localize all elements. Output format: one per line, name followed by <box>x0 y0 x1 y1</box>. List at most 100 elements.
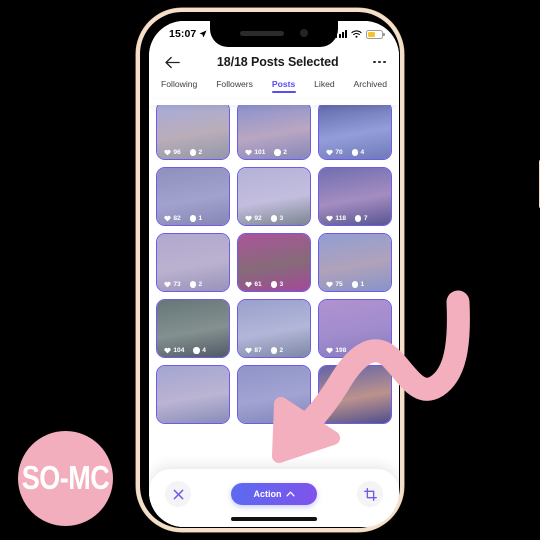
comment-bubble-icon <box>351 149 359 156</box>
like-count: 70 <box>335 148 343 156</box>
post-thumbnail <box>319 365 391 423</box>
comment-count: 1 <box>198 214 203 222</box>
heart-icon <box>245 215 252 222</box>
like-count-group: 73 <box>164 281 181 288</box>
status-indicators <box>335 29 385 39</box>
comment-count: 2 <box>198 280 203 288</box>
comment-bubble-icon <box>189 215 197 222</box>
heart-icon <box>245 347 252 354</box>
comment-bubble-icon <box>270 347 278 354</box>
post-tile[interactable]: 73 2 <box>156 232 230 292</box>
comment-bubble-icon <box>355 215 362 222</box>
like-count-group: 75 <box>326 281 343 288</box>
post-tile[interactable] <box>318 364 392 424</box>
comment-bubble-icon <box>189 149 197 156</box>
phone-device-frame: 15:07 18/18 Posts Selected Following Fol… <box>136 8 540 532</box>
post-thumbnail <box>157 365 229 423</box>
header-divider <box>149 99 399 105</box>
more-options-icon[interactable] <box>373 57 386 68</box>
heart-icon <box>245 281 252 288</box>
tab-followers[interactable]: Followers <box>216 79 253 93</box>
like-count-group: 70 <box>326 149 343 156</box>
heart-icon <box>245 149 252 156</box>
tab-following[interactable]: Following <box>161 79 197 93</box>
like-count: 87 <box>254 346 262 354</box>
comment-count: 2 <box>198 148 203 156</box>
post-stats: 118 7 <box>319 215 391 222</box>
post-tile[interactable]: 61 3 <box>237 232 311 292</box>
action-button[interactable]: Action <box>231 483 317 505</box>
back-arrow-icon[interactable] <box>162 52 182 72</box>
like-count-group: 198 <box>326 347 346 354</box>
comment-count: 2 <box>283 148 287 156</box>
comment-count: 3 <box>279 280 284 288</box>
heart-icon <box>164 281 171 288</box>
post-tile[interactable]: 70 4 <box>318 101 392 160</box>
post-tile[interactable]: 118 7 <box>318 166 392 226</box>
comment-count: 4 <box>360 148 365 156</box>
battery-fill <box>368 31 375 37</box>
heart-icon <box>326 215 333 222</box>
like-count: 198 <box>335 346 347 354</box>
posts-grid: 96 2 101 2 70 4 82 1 92 3 118 7 73 2 61 3 75 1 104 4 87 2 198 <box>156 101 392 424</box>
post-tile[interactable]: 96 2 <box>156 101 230 160</box>
comment-bubble-icon <box>193 347 200 354</box>
heart-icon <box>164 149 171 156</box>
tab-liked[interactable]: Liked <box>314 79 335 93</box>
comment-count-group: 3 <box>270 280 284 288</box>
heart-icon <box>326 347 333 354</box>
like-count: 101 <box>254 148 266 156</box>
like-count: 104 <box>173 346 185 354</box>
status-time: 15:07 <box>169 28 197 40</box>
post-tile[interactable]: 87 2 <box>237 298 311 358</box>
close-x-icon[interactable] <box>165 481 191 507</box>
page-title: 18/18 Posts Selected <box>216 55 339 69</box>
phone-bezel: 15:07 18/18 Posts Selected Following Fol… <box>140 12 400 528</box>
post-stats: 82 1 <box>157 215 229 222</box>
like-count: 92 <box>254 214 262 222</box>
comment-count-group: 1 <box>189 214 203 222</box>
comment-count-group: 2 <box>189 148 203 156</box>
tab-posts[interactable]: Posts <box>272 79 295 93</box>
post-stats: 198 <box>319 347 391 354</box>
post-tile[interactable]: 198 <box>318 298 392 358</box>
wifi-icon <box>351 29 362 38</box>
action-button-label: Action <box>253 489 282 499</box>
comment-count-group: 2 <box>274 148 287 156</box>
comment-count-group: 1 <box>351 281 364 288</box>
like-count-group: 104 <box>164 347 184 354</box>
like-count-group: 82 <box>164 215 181 222</box>
tab-archived[interactable]: Archived <box>354 79 387 93</box>
comment-count-group: 7 <box>355 215 367 222</box>
status-time-group: 15:07 <box>169 28 207 40</box>
post-tile[interactable]: 82 1 <box>156 166 230 226</box>
like-count-group: 96 <box>164 149 181 156</box>
post-tile[interactable] <box>237 364 311 424</box>
like-count: 73 <box>173 280 181 288</box>
like-count-group: 61 <box>245 281 262 288</box>
post-tile[interactable]: 75 1 <box>318 232 392 292</box>
comment-count-group: 2 <box>189 280 203 288</box>
posts-grid-scroll-area[interactable]: 96 2 101 2 70 4 82 1 92 3 118 7 73 2 61 3 75 1 104 4 87 2 198 <box>149 95 399 527</box>
post-tile[interactable]: 101 2 <box>237 101 311 160</box>
so-mc-logo: SO-MC <box>18 431 113 526</box>
post-tile[interactable]: 104 4 <box>156 298 230 358</box>
comment-count: 3 <box>279 214 284 222</box>
comment-bubble-icon <box>270 215 278 222</box>
comment-count-group: 3 <box>270 214 284 222</box>
like-count: 61 <box>254 280 262 288</box>
location-arrow-icon <box>199 30 207 38</box>
post-stats: 70 4 <box>319 149 391 156</box>
like-count: 82 <box>173 214 181 222</box>
heart-icon <box>164 347 171 354</box>
post-stats: 104 4 <box>157 347 229 354</box>
post-stats: 73 2 <box>157 281 229 288</box>
like-count: 96 <box>173 148 181 156</box>
post-tile[interactable] <box>156 364 230 424</box>
like-count-group: 87 <box>245 347 262 354</box>
crop-icon[interactable] <box>357 481 383 507</box>
front-camera-icon <box>300 29 308 37</box>
heart-icon <box>326 149 333 156</box>
home-indicator[interactable] <box>231 517 317 521</box>
post-tile[interactable]: 92 3 <box>237 166 311 226</box>
